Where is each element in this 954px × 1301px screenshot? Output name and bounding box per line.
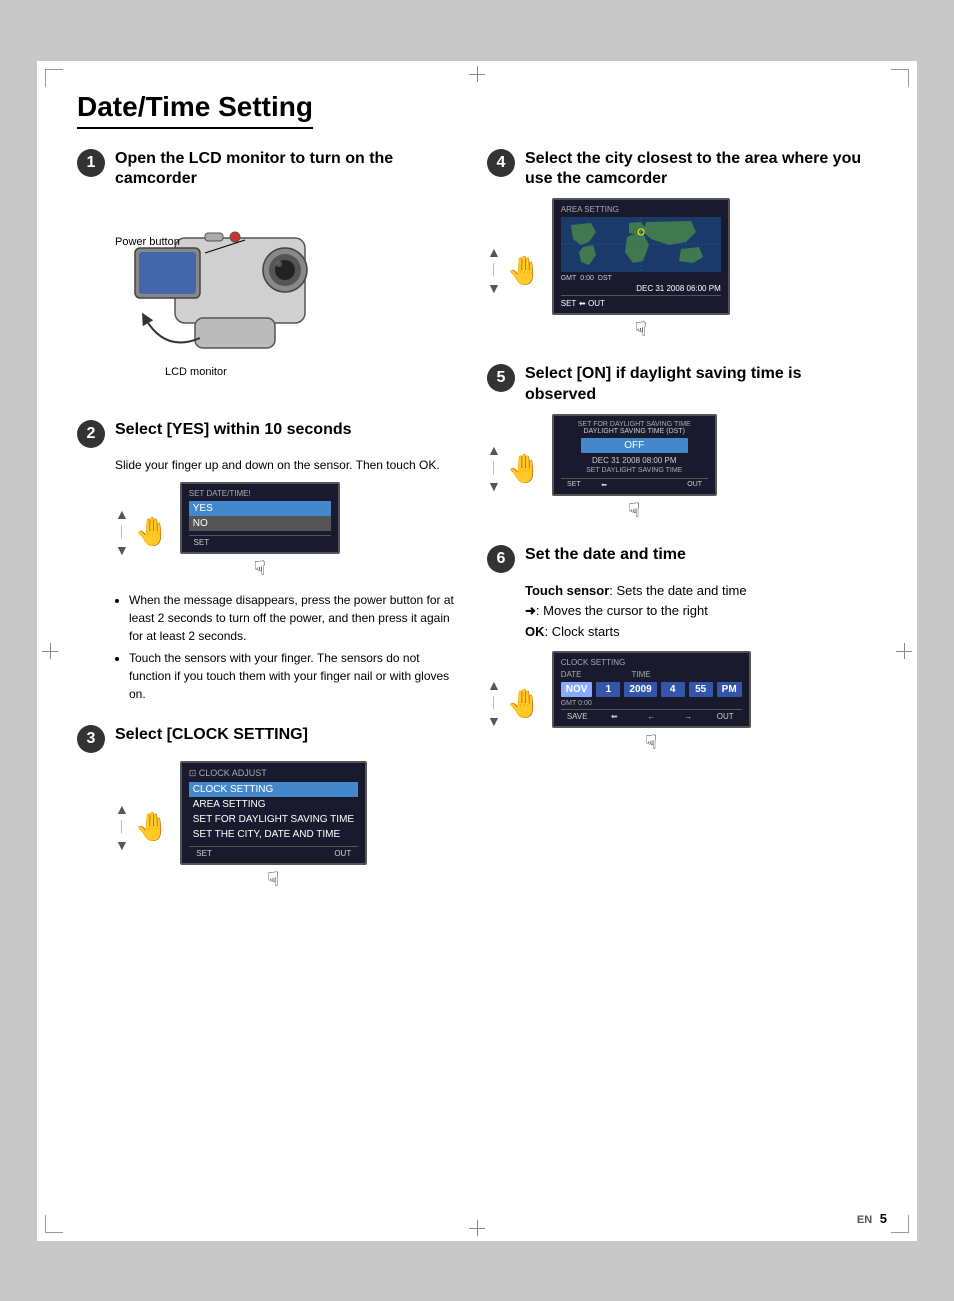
scroll-arrows-2: ▲ │ ▼: [115, 506, 129, 558]
corner-mark-tl: [45, 69, 63, 87]
camcorder-svg: [115, 198, 355, 378]
step-4-number: 4: [487, 149, 515, 177]
crosshair-top: [469, 66, 485, 82]
hand-icon-4: 🤚: [507, 254, 542, 287]
dst-screen: SET FOR DAYLIGHT SAVING TIME DAYLIGHT SA…: [552, 414, 717, 496]
page-number: 5: [880, 1211, 887, 1226]
lcd-monitor-label: LCD monitor: [165, 366, 227, 378]
col-left: 1 Open the LCD monitor to turn on the ca…: [77, 149, 457, 915]
step-3: 3 Select [CLOCK SETTING] ▲ │ ▼ 🤚 ⊡ CLOCK…: [77, 725, 457, 892]
camcorder-illustration: Power button: [115, 198, 457, 398]
step-1-number: 1: [77, 149, 105, 177]
hand-icon-5: 🤚: [507, 452, 542, 485]
clock-adjust-screen: ⊡ CLOCK ADJUST CLOCK SETTING AREA SETTIN…: [180, 761, 367, 892]
main-content: 1 Open the LCD monitor to turn on the ca…: [77, 149, 877, 915]
hand-icon-2: 🤚: [135, 515, 170, 548]
step-2-screen: ▲ │ ▼ 🤚 SET DATE/TIME! YES NO SET: [115, 482, 457, 581]
col-right: 4 Select the city closest to the area wh…: [487, 149, 877, 915]
clock-setting-container: CLOCK SETTING DATE TIME NOV 1 2009 4 55: [552, 651, 751, 755]
step-5: 5 Select [ON] if daylight saving time is…: [487, 364, 877, 523]
step-5-header: 5 Select [ON] if daylight saving time is…: [487, 364, 877, 406]
step-3-screen: ▲ │ ▼ 🤚 ⊡ CLOCK ADJUST CLOCK SETTING ARE…: [115, 761, 457, 892]
step-1-header: 1 Open the LCD monitor to turn on the ca…: [77, 149, 457, 191]
step-2-subtitle: Slide your finger up and down on the sen…: [115, 456, 457, 474]
bullet-2: Touch the sensors with your finger. The …: [129, 649, 457, 703]
set-datetime-screen: SET DATE/TIME! YES NO SET: [180, 482, 340, 581]
step-6-header: 6 Set the date and time: [487, 545, 877, 573]
step-4-title: Select the city closest to the area wher…: [525, 149, 877, 191]
step-6-screen: ▲ │ ▼ 🤚 CLOCK SETTING DATE TIME: [487, 651, 877, 755]
crosshair-right: [896, 643, 912, 659]
step-2: 2 Select [YES] within 10 seconds Slide y…: [77, 420, 457, 703]
bullet-1: When the message disappears, press the p…: [129, 591, 457, 645]
hand-icon-3: 🤚: [135, 810, 170, 843]
step-6-instructions: Touch sensor: Sets the date and time ➜: …: [525, 581, 877, 643]
step-5-number: 5: [487, 364, 515, 392]
step-4: 4 Select the city closest to the area wh…: [487, 149, 877, 343]
step-5-title: Select [ON] if daylight saving time is o…: [525, 364, 877, 406]
step-2-header: 2 Select [YES] within 10 seconds: [77, 420, 457, 448]
scroll-arrows-4: ▲ │ ▼: [487, 244, 501, 296]
step-3-number: 3: [77, 725, 105, 753]
crosshair-left: [42, 643, 58, 659]
step-4-screen: ▲ │ ▼ 🤚 AREA SETTING: [487, 198, 877, 342]
scroll-arrows-3: ▲ │ ▼: [115, 801, 129, 853]
touch-hand-5: ☟: [552, 498, 717, 523]
touch-hand-3: ☟: [180, 867, 367, 892]
step-2-bullets: When the message disappears, press the p…: [115, 591, 457, 703]
page-title: Date/Time Setting: [77, 91, 313, 129]
step-1: 1 Open the LCD monitor to turn on the ca…: [77, 149, 457, 399]
step-2-number: 2: [77, 420, 105, 448]
power-button-label: Power button: [115, 236, 180, 248]
touch-hand-4: ☟: [552, 317, 730, 342]
page: Date/Time Setting 1 Open the LCD monitor…: [37, 61, 917, 1241]
corner-mark-bl: [45, 1215, 63, 1233]
dst-screen-container: SET FOR DAYLIGHT SAVING TIME DAYLIGHT SA…: [552, 414, 717, 523]
corner-mark-br: [891, 1215, 909, 1233]
screen-box-2: SET DATE/TIME! YES NO SET: [180, 482, 340, 554]
scroll-arrows-5: ▲ │ ▼: [487, 442, 501, 494]
area-setting-container: AREA SETTING: [552, 198, 730, 342]
step-4-header: 4 Select the city closest to the area wh…: [487, 149, 877, 191]
touch-hand-6: ☟: [552, 730, 751, 755]
crosshair-bottom: [469, 1220, 485, 1236]
world-map: [561, 217, 721, 272]
step-2-title: Select [YES] within 10 seconds: [115, 420, 352, 441]
scroll-arrows-6: ▲ │ ▼: [487, 677, 501, 729]
en-label: EN: [857, 1214, 872, 1226]
step-6: 6 Set the date and time Touch sensor: Se…: [487, 545, 877, 755]
step-3-header: 3 Select [CLOCK SETTING]: [77, 725, 457, 753]
step-5-screen: ▲ │ ▼ 🤚 SET FOR DAYLIGHT SAVING TIME DAY…: [487, 414, 877, 523]
step-1-title: Open the LCD monitor to turn on the camc…: [115, 149, 457, 191]
page-footer: EN 5: [857, 1211, 887, 1226]
step-6-number: 6: [487, 545, 515, 573]
corner-mark-tr: [891, 69, 909, 87]
step-6-title: Set the date and time: [525, 545, 686, 566]
area-screen: AREA SETTING: [552, 198, 730, 315]
hand-icon-6: 🤚: [507, 687, 542, 720]
clock-screen: CLOCK SETTING DATE TIME NOV 1 2009 4 55: [552, 651, 751, 728]
step-3-title: Select [CLOCK SETTING]: [115, 725, 308, 746]
touch-hand-2: ☟: [180, 556, 340, 581]
screen-box-3: ⊡ CLOCK ADJUST CLOCK SETTING AREA SETTIN…: [180, 761, 367, 865]
